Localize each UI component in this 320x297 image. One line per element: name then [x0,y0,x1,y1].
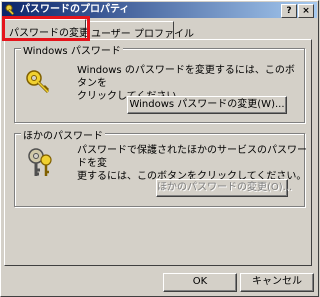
tab-user-profile-label: ユーザー プロファイル [91,29,194,40]
cancel-button[interactable]: キャンセル [240,273,314,292]
close-button[interactable]: × [298,4,314,18]
tab-user-profile[interactable]: ユーザー プロファイル [86,21,194,40]
tab-panel [4,39,312,266]
tab-highlight-box [2,16,90,41]
window-title: パスワードのプロパティ [20,4,130,15]
ok-button[interactable]: OK [163,273,237,292]
help-button[interactable]: ? [281,4,297,18]
window-key-icon [5,4,15,16]
